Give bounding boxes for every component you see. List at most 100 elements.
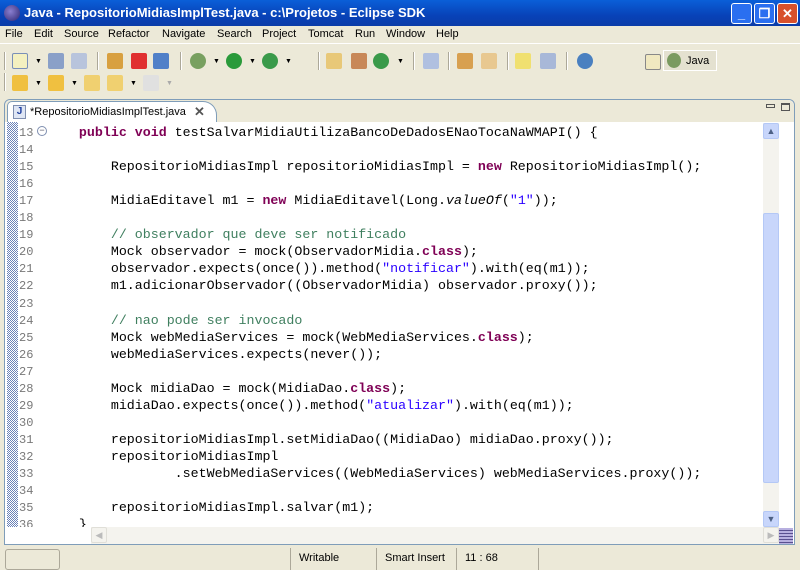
minimize-view-icon[interactable]	[766, 104, 775, 108]
code-token: repositorioMidiasImpl.setMidiaDao((Midia…	[47, 431, 614, 447]
open-task-icon[interactable]	[423, 53, 439, 69]
tomcat-stop-icon[interactable]	[131, 53, 147, 69]
title-bar: Java - RepositorioMidiasImplTest.java - …	[0, 0, 800, 26]
status-writable: Writable	[290, 548, 376, 570]
code-token: MidiaEditavel m1 =	[47, 193, 263, 209]
back-icon[interactable]	[107, 75, 123, 91]
line-number: 14	[19, 143, 34, 158]
restore-button[interactable]: ❐	[754, 3, 775, 24]
run-dropdown-icon[interactable]: ▼	[249, 58, 256, 65]
search-icon[interactable]	[481, 53, 497, 69]
toggle-mark-occurrences-icon[interactable]	[515, 53, 531, 69]
overview-ruler[interactable]	[779, 123, 793, 544]
menu-run[interactable]: Run	[355, 28, 375, 40]
open-type-icon[interactable]	[457, 53, 473, 69]
code-line: 31 repositorioMidiasImpl.setMidiaDao((Mi…	[19, 431, 614, 448]
external-tools-dropdown-icon[interactable]: ▼	[285, 58, 292, 65]
new-package-icon[interactable]	[351, 53, 367, 69]
keyword: class	[477, 329, 518, 345]
forward-dropdown-icon[interactable]: ▼	[166, 80, 173, 87]
menu-source[interactable]: Source	[64, 28, 99, 40]
close-tab-icon[interactable]: ✕	[194, 104, 205, 120]
previous-annotation-dropdown-icon[interactable]: ▼	[71, 80, 78, 87]
horizontal-scrollbar[interactable]: ◀ ▶	[91, 527, 779, 544]
line-number: 21	[19, 262, 34, 277]
line-number: 25	[19, 330, 34, 345]
code-text: Mock observador = mock(ObservadorMidia.c…	[47, 243, 478, 260]
previous-annotation-icon[interactable]	[48, 75, 64, 91]
line-number: 22	[19, 279, 34, 294]
perspective-label: Java	[686, 55, 710, 67]
external-tools-icon[interactable]	[262, 53, 278, 69]
new-java-project-icon[interactable]	[326, 53, 342, 69]
editor-pane: J *RepositorioMidiasImplTest.java ✕ 13 p…	[4, 99, 795, 545]
minimize-button[interactable]: _	[731, 3, 752, 24]
scroll-up-icon[interactable]: ▲	[763, 123, 779, 139]
line-number: 28	[19, 381, 34, 396]
vertical-scrollbar[interactable]: ▲ ▼	[763, 123, 779, 527]
code-text: Mock midiaDao = mock(MidiaDao.class);	[47, 380, 406, 397]
code-area[interactable]: 13 public void testSalvarMidiaUtilizaBan…	[19, 124, 763, 527]
code-token: RepositorioMidiasImpl();	[501, 159, 702, 175]
code-token: ).with(eq(m1));	[453, 397, 574, 413]
java-perspective-button[interactable]: Java	[663, 50, 717, 71]
next-annotation-dropdown-icon[interactable]: ▼	[35, 80, 42, 87]
debug-dropdown-icon[interactable]: ▼	[213, 58, 220, 65]
menu-refactor[interactable]: Refactor	[108, 28, 150, 40]
scroll-down-icon[interactable]: ▼	[763, 511, 779, 527]
menu-edit[interactable]: Edit	[34, 28, 53, 40]
java-perspective-icon	[667, 53, 681, 68]
code-text: observador.expects(once()).method("notif…	[47, 260, 590, 277]
line-number: 32	[19, 449, 34, 464]
web-browser-icon[interactable]	[577, 53, 593, 69]
back-dropdown-icon[interactable]: ▼	[130, 80, 137, 87]
menu-search[interactable]: Search	[217, 28, 252, 40]
tomcat-restart-icon[interactable]	[153, 53, 169, 69]
new-icon[interactable]	[12, 53, 28, 69]
keyword: class	[350, 380, 391, 396]
menu-navigate[interactable]: Navigate	[162, 28, 205, 40]
menu-tomcat[interactable]: Tomcat	[308, 28, 343, 40]
menu-file[interactable]: File	[5, 28, 23, 40]
line-number: 16	[19, 177, 34, 192]
close-button[interactable]: ✕	[777, 3, 798, 24]
tab-repositorio-midias-impl-test[interactable]: J *RepositorioMidiasImplTest.java ✕	[7, 101, 217, 122]
separator	[507, 52, 509, 70]
vertical-scroll-thumb[interactable]	[763, 213, 779, 483]
code-line: 24 // nao pode ser invocado	[19, 312, 302, 329]
fast-view-bar[interactable]	[5, 549, 60, 570]
maximize-view-icon[interactable]	[781, 103, 790, 111]
scroll-left-icon[interactable]: ◀	[91, 527, 107, 543]
new-class-dropdown-icon[interactable]: ▼	[397, 58, 404, 65]
new-class-icon[interactable]	[373, 53, 389, 69]
fold-collapse-icon[interactable]: −	[37, 126, 47, 136]
code-text: repositorioMidiasImpl.salvar(m1);	[47, 499, 374, 516]
run-icon[interactable]	[226, 53, 242, 69]
menu-window[interactable]: Window	[386, 28, 425, 40]
comment: // observador que deve ser notificado	[47, 227, 407, 243]
save-icon[interactable]	[48, 53, 64, 69]
scroll-right-icon[interactable]: ▶	[763, 527, 779, 543]
menu-project[interactable]: Project	[262, 28, 296, 40]
tomcat-start-icon[interactable]	[107, 53, 123, 69]
show-source-icon[interactable]	[540, 53, 556, 69]
open-perspective-icon[interactable]	[645, 54, 661, 70]
debug-icon[interactable]	[190, 53, 206, 69]
code-token: Mock observador = mock(ObservadorMidia.	[47, 244, 423, 260]
new-dropdown-icon[interactable]: ▼	[35, 58, 42, 65]
menu-help[interactable]: Help	[436, 28, 459, 40]
code-text: public void testSalvarMidiaUtilizaBancoD…	[47, 124, 598, 141]
code-text: webMediaServices.expects(never());	[47, 346, 382, 363]
code-line: 26 webMediaServices.expects(never());	[19, 346, 382, 363]
line-number: 34	[19, 484, 34, 499]
next-annotation-icon[interactable]	[12, 75, 28, 91]
print-icon[interactable]	[71, 53, 87, 69]
code-token: ));	[533, 193, 558, 209]
last-edit-location-icon[interactable]	[84, 75, 100, 91]
line-number: 30	[19, 415, 34, 430]
code-token: }	[47, 517, 87, 527]
forward-icon[interactable]	[143, 75, 159, 91]
code-line: 20 Mock observador = mock(ObservadorMidi…	[19, 243, 478, 260]
code-text: // nao pode ser invocado	[47, 312, 303, 329]
line-number: 36	[19, 518, 34, 527]
